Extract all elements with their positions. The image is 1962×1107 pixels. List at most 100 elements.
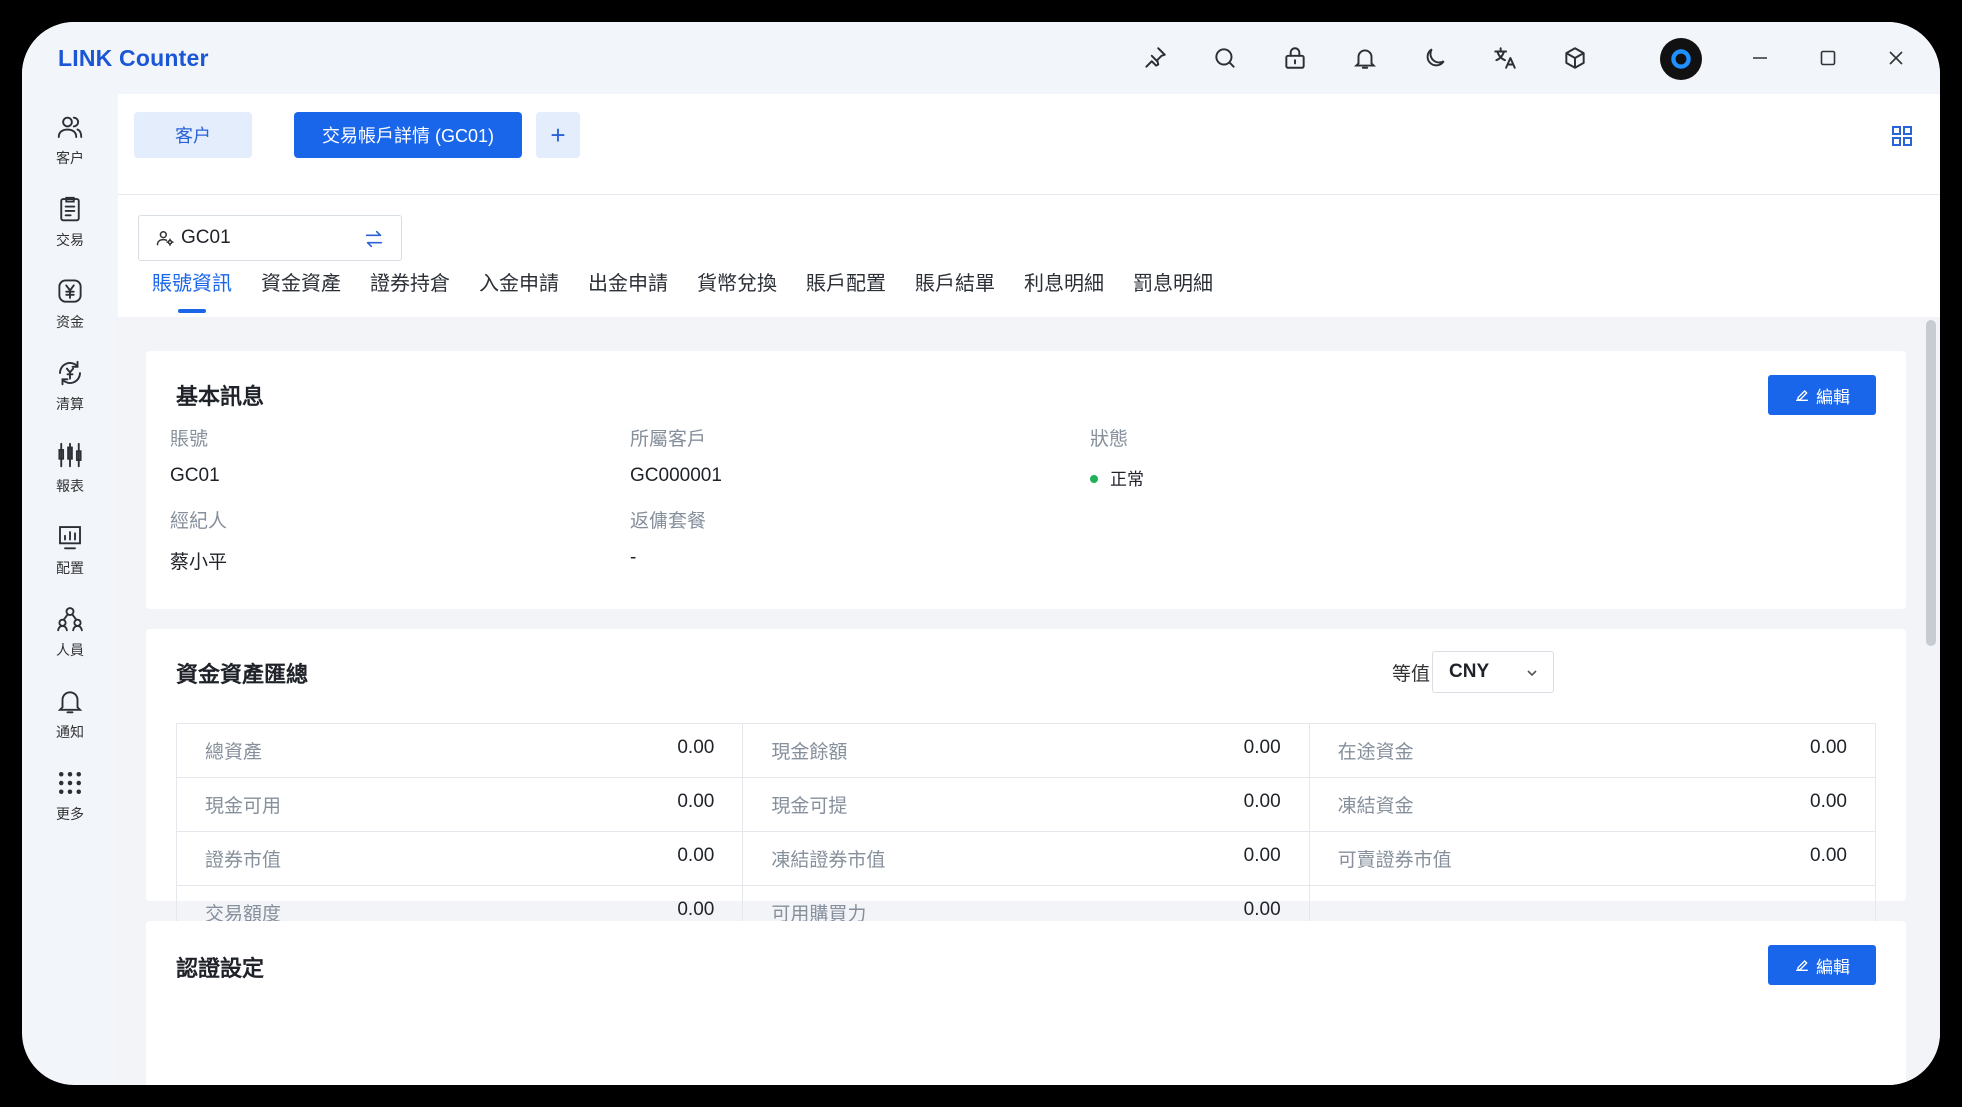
- translate-icon[interactable]: [1470, 22, 1540, 94]
- scrollbar[interactable]: [1926, 320, 1936, 646]
- edit-icon: [1796, 960, 1808, 971]
- summary-cell-value: 0.00: [677, 737, 715, 758]
- broker-label: 經紀人: [170, 511, 228, 532]
- summary-cell-content: 現金可用 0.00: [205, 791, 714, 818]
- add-tab-button[interactable]: +: [536, 112, 580, 158]
- subtab-2[interactable]: 證券持倉: [370, 269, 450, 315]
- bell-icon[interactable]: [1330, 22, 1400, 94]
- account-selector-value: GC01: [181, 227, 231, 248]
- auth-edit-button-label: 編輯: [1816, 957, 1850, 977]
- summary-cell-content: 凍結證券市值 0.00: [771, 845, 1280, 872]
- summary-cell-label: 總資產: [205, 742, 263, 763]
- layout-grid-icon[interactable]: [1890, 124, 1914, 148]
- sidebar-item-label: 通知: [56, 724, 84, 740]
- currency-select[interactable]: CNY: [1432, 651, 1554, 693]
- subtab-4[interactable]: 出金申請: [588, 269, 668, 315]
- sidebar-item-funds[interactable]: 资金: [22, 276, 118, 356]
- summary-cell-value: 0.00: [1810, 791, 1847, 812]
- broker-value: 蔡小平: [170, 552, 228, 573]
- summary-cell-value: 0.00: [677, 845, 715, 866]
- chevron-down-icon: [1527, 670, 1537, 677]
- account-selector[interactable]: GC01: [138, 215, 402, 261]
- subtab-9[interactable]: 罰息明細: [1133, 269, 1213, 315]
- detail-subtabs: 賬號資訊 資金資產 證券持倉 入金申請 出金申請 貨幣兌換 賬戶配置 賬戶結單 利息明細 罰息明細: [152, 269, 1242, 315]
- sidebar-item-more[interactable]: 更多: [22, 768, 118, 848]
- account-label: 賬號: [170, 429, 209, 450]
- summary-cell-label: 可賣證券市值: [1337, 850, 1452, 871]
- table-row: 現金可用 0.00 現金可提 0.00 凍結資金 0.00: [175, 777, 1877, 832]
- subtab-5[interactable]: 貨幣兌換: [697, 269, 777, 315]
- subtab-1[interactable]: 資金資產: [261, 269, 341, 315]
- lock-icon[interactable]: [1260, 22, 1330, 94]
- pin-icon[interactable]: [1120, 22, 1190, 94]
- sidebar-item-label: 客户: [56, 150, 84, 166]
- equiv-label: 等值: [1392, 664, 1431, 685]
- sidebar-item-clients[interactable]: 客户: [22, 112, 118, 192]
- summary-cell-label: 證券市值: [205, 850, 282, 871]
- avatar[interactable]: [1660, 38, 1702, 80]
- edit-icon: [1796, 390, 1808, 401]
- tab-strip: 客户 交易帳戶詳情 (GC01) +: [118, 94, 1940, 195]
- chart-config-icon: [59, 526, 81, 550]
- edit-button[interactable]: 編輯: [1768, 375, 1876, 415]
- close-button[interactable]: [1868, 22, 1924, 94]
- summary-cell-content: 在途資金 0.00: [1338, 737, 1847, 764]
- subtab-8[interactable]: 利息明細: [1024, 269, 1104, 315]
- sidebar-item-label: 交易: [56, 232, 84, 248]
- summary-cell: 現金可提 0.00: [742, 777, 1310, 832]
- subtab-3[interactable]: 入金申請: [479, 269, 559, 315]
- search-icon[interactable]: [1190, 22, 1260, 94]
- minimize-button[interactable]: [1732, 22, 1788, 94]
- summary-cell-value: 0.00: [677, 791, 715, 812]
- status-dot: [1090, 474, 1098, 483]
- summary-cell-content: 現金可提 0.00: [771, 791, 1280, 818]
- sidebar: 客户 交易 资金 清算 報表 配置 人員 通知 更多: [22, 94, 118, 1085]
- sidebar-item-reports[interactable]: 報表: [22, 440, 118, 520]
- account-value: GC01: [170, 465, 220, 486]
- subtab-6[interactable]: 賬戶配置: [806, 269, 886, 315]
- sidebar-item-clearing[interactable]: 清算: [22, 358, 118, 438]
- summary-cell: 凍結資金 0.00: [1308, 777, 1877, 832]
- client-label: 所屬客戶: [630, 429, 707, 450]
- auth-edit-button[interactable]: 編輯: [1768, 945, 1876, 985]
- sidebar-item-trade[interactable]: 交易: [22, 194, 118, 274]
- moon-icon[interactable]: [1400, 22, 1470, 94]
- sidebar-item-staff[interactable]: 人員: [22, 604, 118, 684]
- summary-cell-value: 0.00: [1243, 791, 1281, 812]
- sidebar-item-label: 人員: [56, 642, 84, 658]
- content-scroll-area: 基本訊息 編輯 賬號 GC01 所屬客戶 GC000001 狀態 正常 經紀人 …: [118, 317, 1940, 1085]
- summary-cell: 在途資金 0.00: [1308, 723, 1877, 778]
- exchange-yen-icon: [59, 360, 81, 386]
- grid-dots-icon: [59, 772, 81, 794]
- summary-cell-label: 凍結證券市值: [771, 850, 886, 871]
- basic-info-title: 基本訊息: [176, 384, 265, 409]
- rebate-label: 返傭套餐: [630, 511, 707, 532]
- auth-settings-title: 認證設定: [176, 956, 265, 981]
- sidebar-item-config[interactable]: 配置: [22, 522, 118, 602]
- user-switch-icon: [156, 231, 174, 246]
- summary-cell-label: 在途資金: [1337, 742, 1414, 763]
- account-header: GC01 賬號資訊 資金資產 證券持倉 入金申請 出金申請 貨幣兌換 賬戶配置 賬戶結單 利息明…: [118, 195, 1940, 317]
- table-row: 總資產 0.00 現金餘額 0.00 在途資金 0.00: [175, 723, 1877, 778]
- summary-cell-value: 0.00: [1810, 737, 1847, 758]
- summary-cell-content: 證券市值 0.00: [205, 845, 714, 872]
- tab-account-detail[interactable]: 交易帳戶詳情 (GC01): [294, 112, 522, 158]
- maximize-button[interactable]: [1800, 22, 1856, 94]
- status-label: 狀態: [1090, 429, 1129, 450]
- cube-icon[interactable]: [1540, 22, 1610, 94]
- summary-cell-value: 0.00: [1243, 845, 1281, 866]
- subtab-0[interactable]: 賬號資訊: [152, 269, 232, 315]
- summary-cell: 可賣證券市值 0.00: [1308, 831, 1877, 886]
- auth-settings-card: 認證設定 編輯: [146, 921, 1906, 1085]
- summary-cell-content: 可賣證券市值 0.00: [1338, 845, 1847, 872]
- status-badge: 正常: [1090, 465, 1144, 490]
- swap-icon[interactable]: [363, 228, 385, 250]
- summary-cell: 現金可用 0.00: [175, 777, 744, 832]
- tab-client[interactable]: 客户: [134, 112, 252, 158]
- sidebar-item-notify[interactable]: 通知: [22, 686, 118, 766]
- summary-cell-value: 0.00: [1243, 737, 1281, 758]
- subtab-7[interactable]: 賬戶結單: [915, 269, 995, 315]
- summary-cell: 凍結證券市值 0.00: [742, 831, 1310, 886]
- basic-info-card: 基本訊息 編輯 賬號 GC01 所屬客戶 GC000001 狀態 正常 經紀人 …: [146, 351, 1906, 609]
- org-icon: [57, 607, 83, 632]
